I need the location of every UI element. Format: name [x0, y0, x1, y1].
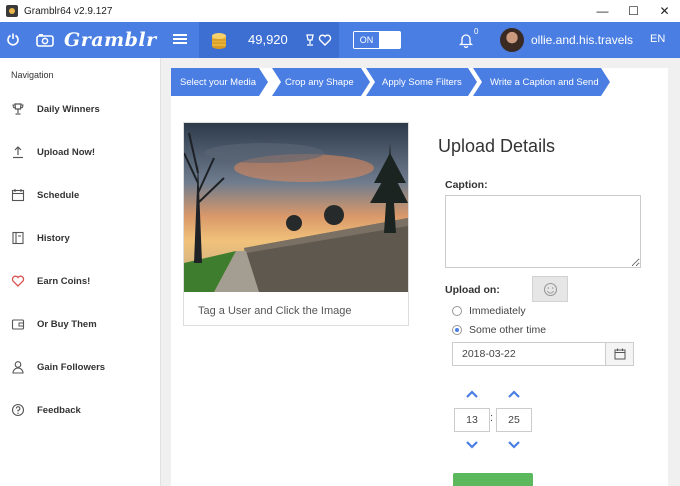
book-icon [12, 231, 24, 245]
sidebar-item-feedback[interactable]: Feedback [0, 399, 160, 423]
step-crop-shape[interactable]: Crop any Shape [285, 68, 354, 96]
option-label: Some other time [469, 324, 547, 336]
main-panel: Select your Media Crop any Shape Apply S… [171, 68, 668, 486]
sidebar-item-label: Daily Winners [37, 104, 100, 115]
radio-immediately[interactable] [452, 306, 462, 316]
sidebar-item-gain-followers[interactable]: Gain Followers [0, 356, 160, 380]
calendar-button[interactable] [605, 342, 634, 366]
heart-icon [11, 275, 25, 287]
option-label: Immediately [469, 305, 526, 317]
trophy-icon [12, 103, 24, 115]
maximize-button[interactable]: ☐ [618, 0, 649, 22]
radio-some-other-time[interactable] [452, 325, 462, 335]
sidebar-item-label: Schedule [37, 190, 80, 201]
notification-count: 0 [474, 27, 479, 36]
language-selector[interactable]: EN [650, 33, 665, 45]
coins-panel: 49,920 [199, 22, 339, 58]
upload-icon [13, 146, 23, 159]
sidebar-item-upload-now[interactable]: Upload Now! [0, 141, 160, 165]
sidebar-item-label: Gain Followers [37, 362, 106, 373]
sidebar-item-label: Upload Now! [37, 147, 96, 158]
sidebar-item-label: Earn Coins! [37, 276, 91, 287]
emoji-button[interactable] [532, 276, 568, 302]
caption-label: Caption: [445, 179, 488, 191]
followers-icon[interactable] [303, 33, 317, 47]
close-button[interactable]: ✕ [649, 0, 680, 22]
coin-balance: 49,920 [248, 32, 288, 47]
media-card: Tag a User and Click the Image [183, 122, 409, 326]
hamburger-menu-icon[interactable] [173, 33, 187, 45]
bell-icon[interactable] [459, 32, 473, 48]
tag-hint: Tag a User and Click the Image [198, 305, 352, 317]
auto-toggle[interactable]: ON [353, 31, 401, 49]
minimize-button[interactable]: — [587, 0, 618, 22]
page-title: Upload Details [438, 136, 556, 156]
upload-on-label: Upload on: [445, 284, 500, 296]
power-icon[interactable] [6, 32, 20, 46]
step-apply-filters[interactable]: Apply Some Filters [382, 68, 462, 96]
wallet-icon [11, 319, 25, 330]
coins-stack-icon [212, 33, 226, 49]
hour-input[interactable]: 13 [454, 408, 490, 432]
sidebar-item-schedule[interactable]: Schedule [0, 184, 160, 208]
window-title: Gramblr64 v2.9.127 [24, 5, 113, 17]
hour-up-icon[interactable] [465, 389, 479, 399]
question-icon [11, 403, 25, 417]
step-select-media[interactable]: Select your Media [180, 68, 256, 96]
time-separator: : [490, 412, 494, 424]
sidebar-item-label: History [37, 233, 70, 244]
sidebar-item-buy-coins[interactable]: Or Buy Them [0, 313, 160, 337]
minute-input[interactable]: 25 [496, 408, 532, 432]
caption-input[interactable] [445, 195, 641, 268]
step-caption-send[interactable]: Write a Caption and Send [490, 68, 599, 96]
nav-title: Navigation [11, 70, 54, 80]
camera-upload-icon [36, 34, 54, 47]
app-icon [6, 5, 18, 17]
calendar-icon [11, 189, 25, 202]
username[interactable]: ollie.and.his.travels [531, 33, 633, 47]
sidebar-item-history[interactable]: History [0, 227, 160, 251]
media-image[interactable] [184, 123, 408, 292]
hour-down-icon[interactable] [465, 440, 479, 450]
app-header: Gramblr 49,920 ON 0 ollie.and.his.travel… [0, 22, 680, 58]
sidebar-item-label: Or Buy Them [37, 319, 97, 330]
app-logo: Gramblr [64, 29, 157, 51]
toggle-on-label: ON [354, 32, 379, 48]
minute-up-icon[interactable] [507, 389, 521, 399]
window-titlebar: Gramblr64 v2.9.127 — ☐ ✕ [0, 0, 680, 22]
sidebar: Navigation Daily Winners Upload Now! Sch… [0, 58, 161, 486]
date-input[interactable]: 2018-03-22 [452, 342, 607, 366]
option-immediately[interactable]: Immediately [452, 305, 526, 317]
avatar[interactable] [500, 28, 524, 52]
sidebar-item-earn-coins[interactable]: Earn Coins! [0, 270, 160, 294]
send-button[interactable] [453, 473, 533, 486]
heart-icon[interactable] [318, 33, 332, 47]
sidebar-item-daily-winners[interactable]: Daily Winners [0, 98, 160, 122]
option-some-other-time[interactable]: Some other time [452, 324, 546, 336]
sidebar-item-label: Feedback [37, 405, 81, 416]
smiley-icon [543, 282, 558, 297]
calendar-icon [614, 348, 626, 360]
user-icon [12, 361, 24, 374]
minute-down-icon[interactable] [507, 440, 521, 450]
